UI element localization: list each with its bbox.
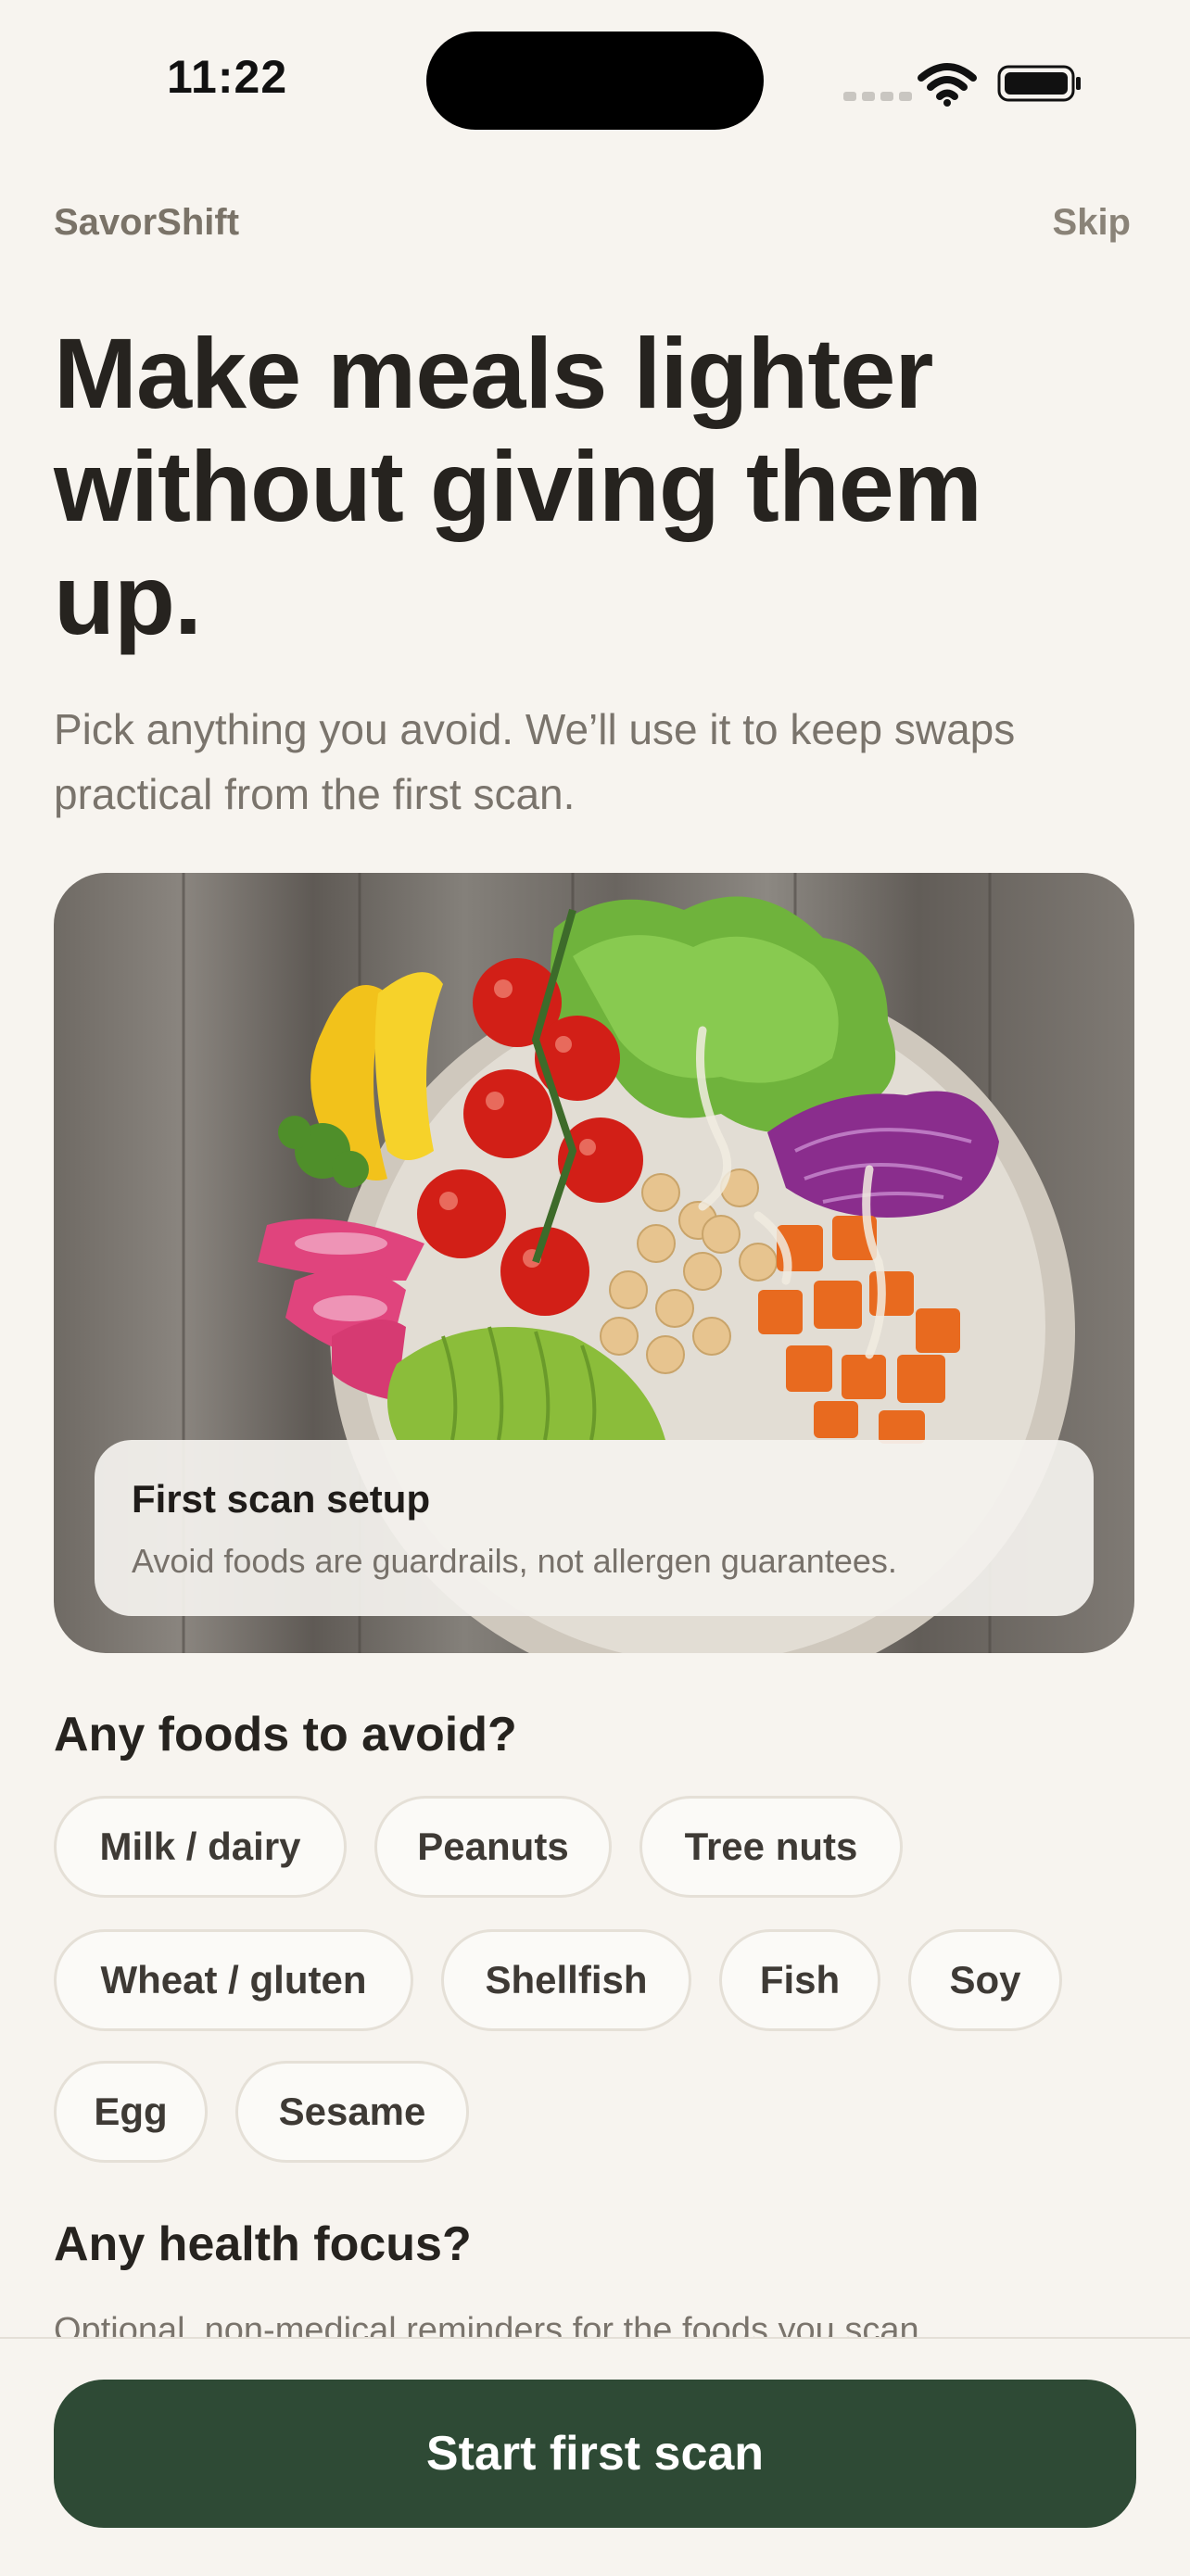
battery-icon: [997, 65, 1081, 102]
signal-icon: [843, 89, 918, 106]
chip-tree-nuts[interactable]: Tree nuts: [639, 1796, 903, 1898]
page-title: Make meals lighter without giving them u…: [54, 317, 982, 655]
hero-card-text: Avoid foods are guardrails, not allergen…: [132, 1542, 897, 1580]
app-brand: SavorShift: [54, 202, 240, 243]
hero-card-title: First scan setup: [132, 1477, 431, 1521]
hero-image: First scan setup Avoid foods are guardra…: [54, 873, 1134, 1653]
health-section-title: Any health focus?: [54, 2217, 472, 2271]
avoid-section-title: Any foods to avoid?: [54, 1708, 517, 1762]
dynamic-island: [426, 32, 764, 130]
chip-peanuts[interactable]: Peanuts: [374, 1796, 612, 1898]
top-bar: SavorShift Skip: [54, 202, 1131, 258]
wifi-icon: [918, 63, 977, 107]
chip-soy[interactable]: Soy: [908, 1929, 1062, 2031]
chip-fish[interactable]: Fish: [719, 1929, 880, 2031]
chip-milk-dairy[interactable]: Milk / dairy: [54, 1796, 347, 1898]
chip-wheat-gluten[interactable]: Wheat / gluten: [54, 1929, 413, 2031]
chip-egg[interactable]: Egg: [54, 2061, 208, 2163]
chip-sesame[interactable]: Sesame: [235, 2061, 469, 2163]
page-subtitle: Pick anything you avoid. We’ll use it to…: [54, 705, 1016, 818]
status-time: 11:22: [167, 51, 288, 103]
skip-button[interactable]: Skip: [1053, 202, 1131, 244]
chip-shellfish[interactable]: Shellfish: [441, 1929, 691, 2031]
start-first-scan-button[interactable]: Start first scan: [54, 2380, 1136, 2528]
status-bar: 11:22: [0, 0, 1190, 158]
hero-info-card: First scan setup Avoid foods are guardra…: [95, 1440, 1094, 1616]
bottom-bar: Start first scan: [0, 2337, 1190, 2576]
